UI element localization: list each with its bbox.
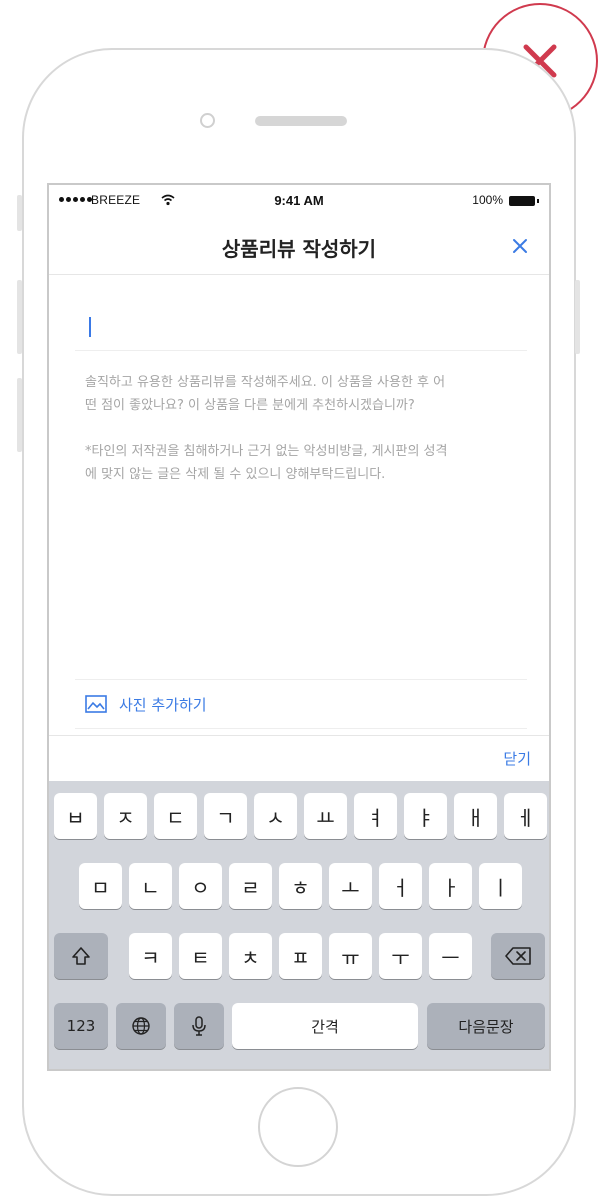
text-cursor xyxy=(89,317,91,337)
volume-up-button xyxy=(17,280,22,354)
review-placeholder-notice: *타인의 저작권을 침해하거나 근거 없는 악성비방글, 게시판의 성격에 맞지… xyxy=(85,444,448,482)
home-button[interactable] xyxy=(258,1087,338,1167)
return-key[interactable]: 다음문장 xyxy=(427,1003,545,1049)
review-title-input[interactable] xyxy=(97,309,517,345)
key[interactable]: ㅗ xyxy=(329,863,372,909)
key[interactable]: ㅛ xyxy=(304,793,347,839)
key[interactable]: ㅐ xyxy=(454,793,497,839)
key[interactable]: ㄹ xyxy=(229,863,272,909)
numbers-key[interactable]: 123 xyxy=(54,1003,108,1049)
shift-key[interactable] xyxy=(54,933,108,979)
key[interactable]: ㅈ xyxy=(104,793,147,839)
review-title-field[interactable] xyxy=(75,297,527,351)
korean-keyboard: ㅂ ㅈ ㄷ ㄱ ㅅ ㅛ ㅕ ㅑ ㅐ ㅔ ㅁ ㄴ ㅇ ㄹ ㅎ ㅗ ㅓ ㅏ ㅣ ㅋ … xyxy=(49,781,549,1069)
key[interactable]: ㅎ xyxy=(279,863,322,909)
key[interactable]: ㅍ xyxy=(279,933,322,979)
front-camera xyxy=(200,113,215,128)
review-placeholder: 솔직하고 유용한 상품리뷰를 작성해주세요. 이 상품을 사용한 후 어떤 점이… xyxy=(85,371,455,509)
space-key[interactable]: 간격 xyxy=(232,1003,418,1049)
key[interactable]: ㅏ xyxy=(429,863,472,909)
key[interactable]: ㅓ xyxy=(379,863,422,909)
backspace-icon xyxy=(505,947,531,965)
key[interactable]: ㅠ xyxy=(329,933,372,979)
microphone-icon xyxy=(192,1016,206,1036)
key[interactable]: ㅌ xyxy=(179,933,222,979)
key[interactable]: ㄴ xyxy=(129,863,172,909)
key[interactable]: ㄷ xyxy=(154,793,197,839)
key[interactable]: ㅡ xyxy=(429,933,472,979)
key[interactable]: ㅕ xyxy=(354,793,397,839)
key[interactable]: ㅁ xyxy=(79,863,122,909)
key[interactable]: ㅑ xyxy=(404,793,447,839)
key[interactable]: ㅔ xyxy=(504,793,547,839)
add-photo-button[interactable]: 사진 추가하기 xyxy=(75,679,527,729)
key[interactable]: ㅣ xyxy=(479,863,522,909)
key[interactable]: ㅜ xyxy=(379,933,422,979)
battery-icon xyxy=(509,196,539,206)
navigation-bar: 상품리뷰 작성하기 xyxy=(49,219,549,275)
key[interactable]: ㄱ xyxy=(204,793,247,839)
close-icon[interactable] xyxy=(507,233,533,259)
status-bar: BREEZE 9:41 AM 100% xyxy=(49,185,549,219)
image-icon xyxy=(85,695,107,713)
shift-arrow-icon xyxy=(72,947,90,965)
earpiece-speaker xyxy=(255,116,347,126)
key[interactable]: ㅋ xyxy=(129,933,172,979)
mute-switch xyxy=(17,195,22,231)
phone-screen: BREEZE 9:41 AM 100% 상품리뷰 작성하기 솔직하고 유용한 상… xyxy=(47,183,551,1071)
globe-key[interactable] xyxy=(116,1003,166,1049)
key[interactable]: ㅅ xyxy=(254,793,297,839)
dictation-key[interactable] xyxy=(174,1003,224,1049)
volume-down-button xyxy=(17,378,22,452)
battery-percentage: 100% xyxy=(472,193,503,207)
close-keyboard-button[interactable]: 닫기 xyxy=(503,748,531,769)
page-title: 상품리뷰 작성하기 xyxy=(221,237,377,261)
add-photo-label: 사진 추가하기 xyxy=(119,695,207,714)
backspace-key[interactable] xyxy=(491,933,545,979)
key[interactable]: ㅊ xyxy=(229,933,272,979)
review-placeholder-guide: 솔직하고 유용한 상품리뷰를 작성해주세요. 이 상품을 사용한 후 어떤 점이… xyxy=(85,375,446,413)
key[interactable]: ㅂ xyxy=(54,793,97,839)
key[interactable]: ㅇ xyxy=(179,863,222,909)
keyboard-accessory-bar: 닫기 xyxy=(49,735,549,781)
power-button xyxy=(575,280,580,354)
review-body-textarea[interactable]: 솔직하고 유용한 상품리뷰를 작성해주세요. 이 상품을 사용한 후 어떤 점이… xyxy=(75,361,527,679)
globe-icon xyxy=(132,1017,150,1035)
